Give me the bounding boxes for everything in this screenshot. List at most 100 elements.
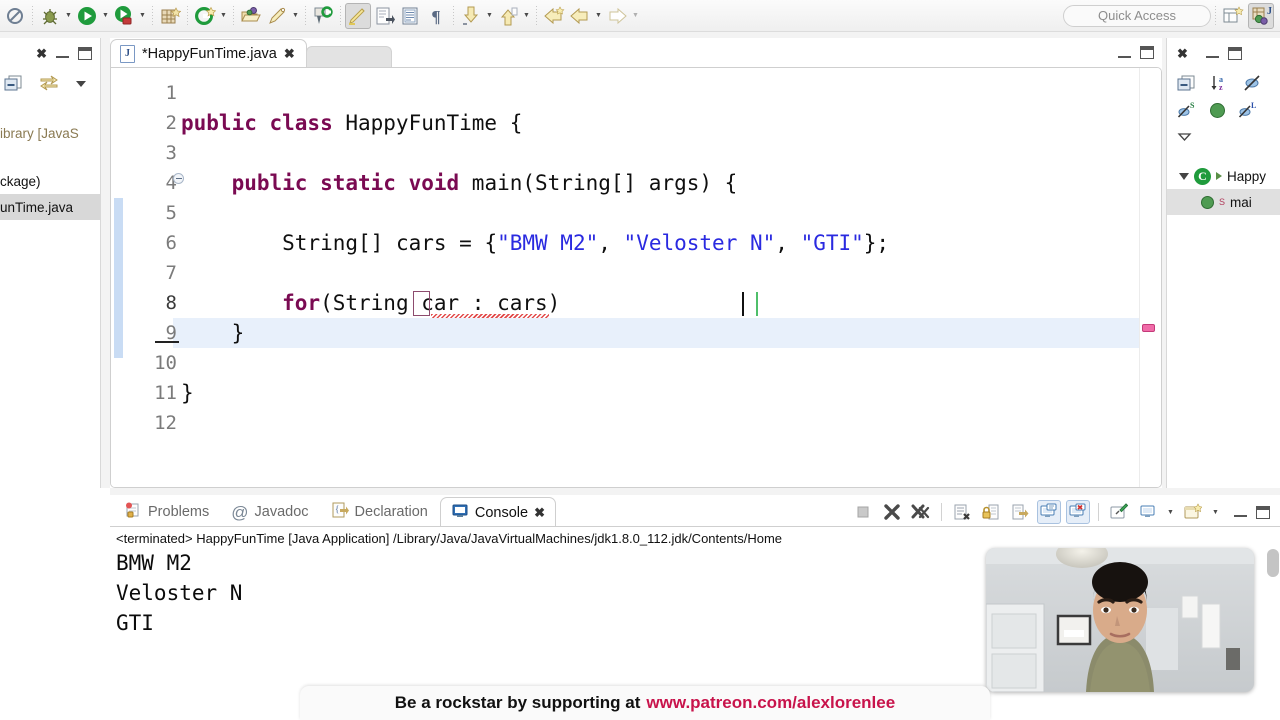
maximize-icon[interactable]	[1140, 46, 1154, 59]
toolbar-divider	[152, 5, 153, 26]
overview-ruler[interactable]	[1139, 68, 1161, 487]
patreon-banner: Be a rockstar by supporting at www.patre…	[300, 686, 990, 720]
pilcrow-icon[interactable]: ¶	[423, 3, 449, 29]
editor-tab-happyfuntime[interactable]: J *HappyFunTime.java ✖	[110, 39, 307, 68]
coverage-icon[interactable]	[111, 3, 137, 29]
java-perspective-icon[interactable]: J	[1248, 2, 1274, 29]
caret-secondary	[756, 292, 758, 316]
code-text-area[interactable]: public class HappyFunTime { public stati…	[173, 68, 1139, 487]
run-dropdown-arrow[interactable]	[100, 3, 111, 29]
tab-label: Console	[474, 504, 529, 521]
minimize-icon[interactable]	[1205, 48, 1219, 58]
hide-local-icon[interactable]: L	[1238, 101, 1258, 124]
minimize-icon[interactable]	[1234, 507, 1247, 517]
close-icon[interactable]: ✖	[1177, 47, 1188, 60]
minimize-icon[interactable]	[1118, 48, 1131, 58]
remove-all-terminated-icon[interactable]	[909, 500, 933, 524]
outline-toolbar-row-3	[1177, 126, 1280, 153]
highlight-icon[interactable]	[345, 2, 371, 29]
expand-arrow-icon[interactable]	[1179, 172, 1189, 180]
tree-item-file[interactable]: unTime.java	[0, 194, 100, 220]
patreon-url[interactable]: www.patreon.com/alexlorenlee	[646, 693, 895, 713]
back-dropdown-arrow[interactable]	[593, 3, 604, 29]
maximize-icon[interactable]	[78, 46, 92, 60]
close-icon[interactable]: ✖	[36, 47, 47, 60]
hide-fields-icon[interactable]	[1243, 74, 1263, 97]
close-icon[interactable]: ✖	[534, 506, 545, 519]
show-console-on-error-icon[interactable]	[1066, 500, 1090, 524]
forward-icon[interactable]	[567, 3, 593, 29]
open-console-dropdown-arrow[interactable]	[1210, 499, 1221, 525]
hide-nonpublic-icon[interactable]	[1210, 102, 1225, 123]
scroll-lock-icon[interactable]	[979, 500, 1003, 524]
debug-dropdown-arrow[interactable]	[63, 3, 74, 29]
outline-toolbar-row-1: az	[1177, 72, 1280, 99]
tree-item-package[interactable]: ckage)	[0, 168, 100, 194]
open-type-icon[interactable]	[238, 3, 264, 29]
view-menu-icon[interactable]	[1177, 130, 1193, 149]
outline-item-method[interactable]: S mai	[1167, 189, 1280, 215]
coverage-dropdown-arrow[interactable]	[137, 3, 148, 29]
next-edit-location-icon[interactable]	[458, 3, 484, 29]
pin-console-icon[interactable]	[1107, 500, 1131, 524]
problems-icon	[124, 501, 142, 523]
tree-item-library[interactable]: ibrary [JavaS	[0, 120, 100, 146]
banner-prefix: Be a rockstar by supporting at	[394, 693, 641, 712]
new-icon[interactable]	[157, 3, 183, 29]
clear-console-icon[interactable]	[950, 500, 974, 524]
new-java-class-dropdown-arrow[interactable]	[218, 3, 229, 29]
tab-problems[interactable]: Problems	[114, 497, 219, 527]
svg-text:S: S	[1190, 101, 1195, 110]
external-tools-dropdown-arrow[interactable]	[290, 3, 301, 29]
debug-icon[interactable]	[37, 3, 63, 29]
console-scrollbar[interactable]	[1267, 549, 1279, 577]
link-with-editor-icon[interactable]	[38, 74, 60, 97]
outline-header: ✖	[1167, 38, 1280, 68]
display-selected-console-dropdown-arrow[interactable]	[1165, 499, 1176, 525]
view-menu-icon[interactable]	[74, 76, 88, 95]
external-tools-icon[interactable]	[264, 3, 290, 29]
toolbar-divider	[187, 5, 188, 26]
collapse-all-icon[interactable]	[1177, 74, 1197, 97]
close-icon[interactable]: ✖	[284, 47, 295, 60]
minimize-icon[interactable]	[56, 48, 69, 58]
editor-gutter[interactable]	[111, 68, 123, 487]
declaration-icon: {	[331, 501, 349, 523]
gutter-highlight	[114, 198, 123, 358]
previous-edit-location-icon[interactable]	[495, 3, 521, 29]
maximize-icon[interactable]	[1227, 46, 1242, 60]
no-entry-icon[interactable]	[2, 3, 28, 29]
remove-launch-icon[interactable]	[880, 500, 904, 524]
back-icon[interactable]	[541, 3, 567, 29]
new-java-class-icon[interactable]	[192, 3, 218, 29]
sort-icon[interactable]: az	[1210, 74, 1230, 97]
display-selected-console-icon[interactable]	[1136, 500, 1160, 524]
tab-console[interactable]: Console ✖	[439, 497, 556, 527]
search-icon[interactable]	[310, 3, 336, 29]
collapse-all-icon[interactable]	[4, 74, 24, 97]
outline-item-class[interactable]: C Happy	[1167, 163, 1280, 189]
webcam-overlay	[986, 548, 1254, 692]
forward-arrow-icon[interactable]	[604, 3, 630, 29]
tab-declaration[interactable]: { Declaration	[321, 497, 438, 527]
previous-edit-dropdown-arrow[interactable]	[521, 3, 532, 29]
terminate-icon[interactable]	[851, 500, 875, 524]
word-wrap-icon[interactable]	[1008, 500, 1032, 524]
ruler-warning-marker[interactable]	[1142, 324, 1155, 332]
run-icon[interactable]	[74, 3, 100, 29]
svg-text:z: z	[1219, 83, 1223, 92]
open-perspective-icon[interactable]	[1220, 3, 1246, 29]
outline-item-label: Happy	[1227, 168, 1267, 184]
hide-static-icon[interactable]: S	[1177, 101, 1197, 124]
show-whitespace-icon[interactable]	[397, 3, 423, 29]
open-console-icon[interactable]	[1181, 500, 1205, 524]
next-annotation-icon[interactable]	[371, 3, 397, 29]
text-caret	[742, 292, 744, 316]
maximize-icon[interactable]	[1256, 505, 1270, 519]
editor-body[interactable]: 1 2 3 4 5 6 7 8 9 10 11 12 ✖	[110, 67, 1162, 488]
tab-javadoc[interactable]: @ Javadoc	[221, 497, 318, 527]
next-edit-dropdown-arrow[interactable]	[484, 3, 495, 29]
quick-access-input[interactable]: Quick Access	[1063, 4, 1211, 27]
forward-dropdown-arrow[interactable]	[630, 3, 641, 29]
show-console-when-output-icon[interactable]	[1037, 500, 1061, 524]
